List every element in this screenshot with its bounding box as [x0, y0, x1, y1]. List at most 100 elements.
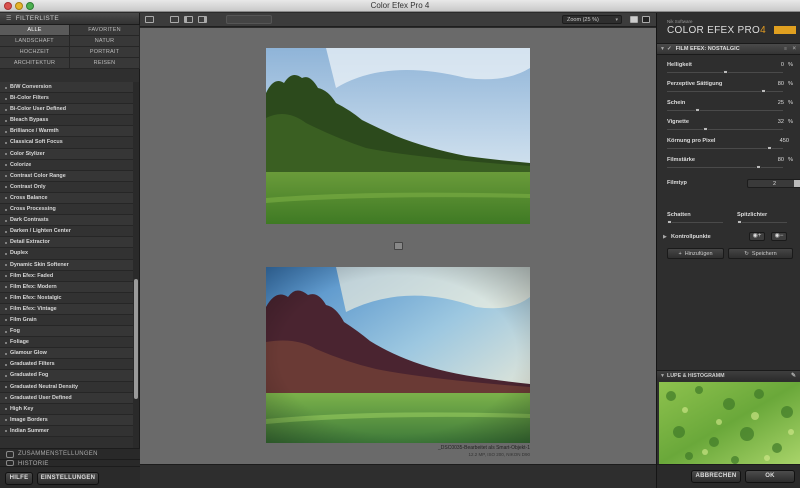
slider-value[interactable]: 80% — [778, 81, 793, 87]
slider-value[interactable]: 450 — [780, 138, 793, 144]
filter-item[interactable]: Contrast Only — [0, 181, 133, 193]
slider-track[interactable] — [667, 167, 783, 168]
slider-knob[interactable] — [767, 146, 772, 150]
zoom-select[interactable]: Zoom (25 %) ▾ — [562, 15, 622, 24]
filter-item-label: Film Efex: Nostalgic — [10, 294, 62, 301]
loupe-preview[interactable] — [659, 382, 800, 464]
filter-item[interactable]: Fog — [0, 326, 133, 338]
filter-item[interactable]: Film Efex: Vintage — [0, 303, 133, 315]
filter-item[interactable]: Film Efex: Faded — [0, 270, 133, 282]
slider-value[interactable]: 32% — [778, 119, 793, 125]
filter-item[interactable]: Bleach Bypass — [0, 115, 133, 127]
filter-item[interactable]: Darken / Lighten Center — [0, 226, 133, 238]
slider-value[interactable]: 0% — [781, 62, 793, 68]
ok-button[interactable]: OK — [745, 470, 795, 483]
category-tab-favorites[interactable]: FAVORITEN — [70, 25, 140, 36]
filter-item[interactable]: Colorize — [0, 159, 133, 171]
slider-value[interactable]: 80% — [778, 157, 793, 163]
toggle-filter-list-icon[interactable] — [145, 16, 154, 23]
settings-button[interactable]: EINSTELLUNGEN — [37, 472, 99, 485]
filter-item[interactable]: Classical Soft Focus — [0, 137, 133, 149]
filter-item[interactable]: Bi-Color User Defined — [0, 104, 133, 116]
highlights-track[interactable] — [737, 222, 787, 223]
category-tab-portrait[interactable]: PORTRAIT — [70, 47, 140, 58]
category-tab-travel[interactable]: REISEN — [70, 58, 140, 69]
expand-triangle-icon[interactable]: ▶ — [663, 234, 667, 240]
slider-knob[interactable] — [695, 108, 700, 112]
original-image[interactable] — [266, 48, 530, 224]
filter-item[interactable]: Graduated User Defined — [0, 392, 133, 404]
help-button[interactable]: HILFE — [5, 472, 33, 485]
slider-knob[interactable] — [703, 127, 708, 131]
filter-enabled-checkbox[interactable]: ✓ — [667, 46, 672, 52]
brand-name: COLOR EFEX PRO — [667, 25, 761, 36]
filter-item[interactable]: Graduated Neutral Density — [0, 381, 133, 393]
filter-item[interactable]: Image Borders — [0, 414, 133, 426]
subtract-control-point-icon[interactable]: ◉− — [771, 232, 787, 241]
bullet-icon — [5, 275, 7, 278]
filmtype-select[interactable]: 2 — [747, 179, 800, 188]
save-preset-button[interactable]: ↻ Speichern — [728, 248, 793, 259]
slider-track[interactable] — [667, 110, 783, 111]
swap-views-icon[interactable] — [394, 242, 403, 250]
filter-item[interactable]: Indian Summer — [0, 425, 133, 437]
add-preset-button[interactable]: + Hinzufügen — [667, 248, 724, 259]
highlights-knob[interactable] — [737, 220, 742, 224]
slider-knob[interactable] — [756, 165, 761, 169]
filmtype-stepper-icon[interactable] — [794, 180, 800, 187]
filter-item[interactable]: Graduated Filters — [0, 359, 133, 371]
background-black-icon[interactable] — [642, 16, 650, 23]
active-filter-header[interactable]: ▼ ✓ FILM EFEX: NOSTALGIC ≡ × — [657, 43, 800, 55]
filtered-image[interactable] — [266, 267, 530, 443]
slider-value[interactable]: 25% — [778, 100, 793, 106]
filter-item[interactable]: B/W Conversion — [0, 82, 133, 94]
side-by-side-view-icon[interactable] — [198, 16, 207, 23]
filter-item[interactable]: Cross Processing — [0, 204, 133, 216]
filter-item-label: Cross Balance — [10, 194, 48, 201]
slider-track[interactable] — [667, 148, 783, 149]
filter-item[interactable]: Graduated Fog — [0, 370, 133, 382]
filter-item-label: Classical Soft Focus — [10, 139, 63, 146]
filter-item[interactable]: Detail Extractor — [0, 237, 133, 249]
slider-track[interactable] — [667, 129, 783, 130]
filter-item[interactable]: Dark Contrasts — [0, 215, 133, 227]
filter-item[interactable]: Dynamic Skin Softener — [0, 259, 133, 271]
category-tab-nature[interactable]: NATUR — [70, 36, 140, 47]
filter-list-scrollbar[interactable] — [133, 82, 139, 448]
filter-item[interactable]: High Key — [0, 403, 133, 415]
category-tab-wedding[interactable]: HOCHZEIT — [0, 47, 70, 58]
shadows-track[interactable] — [667, 222, 723, 223]
split-view-icon[interactable] — [184, 16, 193, 23]
presets-section[interactable]: ZUSAMMENSTELLUNGEN — [0, 448, 140, 459]
filter-item[interactable]: Film Efex: Nostalgic — [0, 292, 133, 304]
slider-knob[interactable] — [723, 70, 728, 74]
filter-list-header[interactable]: ☰ FILTERLISTE — [0, 13, 139, 25]
category-tab-architecture[interactable]: ARCHITEKTUR — [0, 58, 70, 69]
loupe-histogram-header[interactable]: ▼ LUPE & HISTOGRAMM ✎ — [657, 370, 800, 381]
scrollbar-thumb[interactable] — [134, 279, 138, 399]
shadows-knob[interactable] — [667, 220, 672, 224]
filter-item[interactable]: Cross Balance — [0, 192, 133, 205]
filter-menu-icon[interactable]: ≡ — [784, 44, 787, 55]
slider-knob[interactable] — [761, 89, 766, 93]
filter-item[interactable]: Duplex — [0, 248, 133, 260]
bullet-icon — [5, 430, 7, 433]
filter-item[interactable]: Foliage — [0, 337, 133, 349]
filter-item[interactable]: Brilliance / Warmth — [0, 126, 133, 138]
single-view-icon[interactable] — [170, 16, 179, 23]
filter-item[interactable]: Film Efex: Modern — [0, 281, 133, 293]
remove-filter-icon[interactable]: × — [792, 44, 796, 55]
disabled-toolbar-button[interactable] — [226, 15, 272, 24]
filter-item[interactable]: Bi-Color Filters — [0, 93, 133, 105]
filter-item[interactable]: Color Stylizer — [0, 148, 133, 160]
cancel-button[interactable]: ABBRECHEN — [691, 470, 741, 483]
loupe-pin-icon[interactable]: ✎ — [791, 371, 796, 381]
filter-item[interactable]: Glamour Glow — [0, 348, 133, 360]
add-control-point-icon[interactable]: ◉+ — [749, 232, 765, 241]
filter-item[interactable]: Contrast Color Range — [0, 170, 133, 182]
category-tab-all[interactable]: ALLE — [0, 25, 70, 36]
filter-item[interactable]: Film Grain — [0, 314, 133, 327]
background-white-icon[interactable] — [630, 16, 638, 23]
filter-item-label: Duplex — [10, 250, 28, 257]
category-tab-landscape[interactable]: LANDSCHAFT — [0, 36, 70, 47]
